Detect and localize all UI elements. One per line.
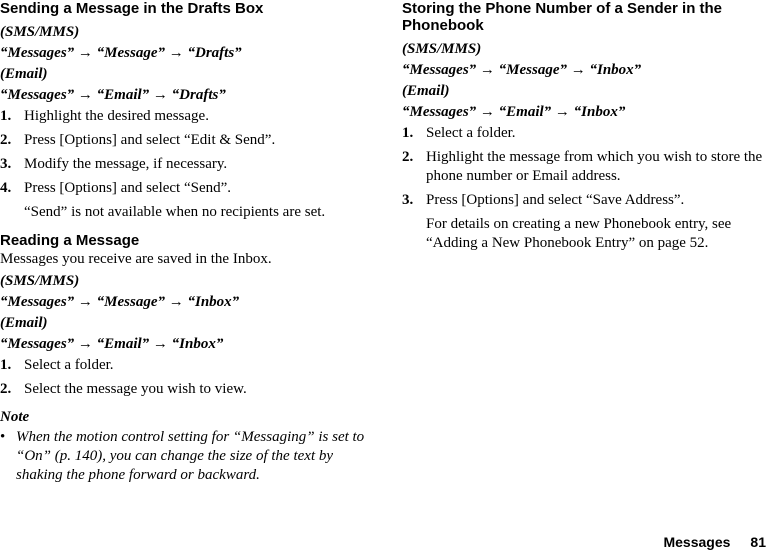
step: 3. Modify the message, if necessary. <box>0 155 368 174</box>
step: 4. Press [Options] and select “Send”. <box>0 179 368 198</box>
step: 2. Select the message you wish to view. <box>0 380 368 399</box>
bullet-icon: • <box>0 429 6 445</box>
email-menu-path: “Messages” → “Email” → “Inbox” <box>402 104 626 120</box>
section-heading-drafts: Sending a Message in the Drafts Box <box>0 0 264 17</box>
sms-menu-path: “Messages” → “Message” → “Inbox” <box>402 62 642 78</box>
email-label: (Email) <box>402 83 450 99</box>
note-item: • When the motion control setting for “M… <box>0 428 368 485</box>
email-label: (Email) <box>0 66 48 82</box>
step-number: 1. <box>0 357 12 373</box>
page-number: 81 <box>750 534 766 550</box>
step-number: 1. <box>402 125 414 141</box>
sms-menu-path: “Messages” → “Message” → “Inbox” <box>0 294 240 310</box>
step-number: 2. <box>0 132 12 148</box>
step-text: Press [Options] and select “Save Address… <box>426 192 685 208</box>
step-number: 4. <box>0 180 12 196</box>
email-label: (Email) <box>0 315 48 331</box>
section-intro: Messages you receive are saved in the In… <box>0 251 272 267</box>
sms-label: (SMS/MMS) <box>402 41 482 57</box>
step-note: “Send” is not available when no recipien… <box>24 204 326 220</box>
note-title: Note <box>0 409 30 425</box>
step: 1. Select a folder. <box>0 356 368 375</box>
note-text: When the motion control setting for “Mes… <box>16 429 365 483</box>
step-number: 2. <box>0 381 12 397</box>
step: 3. Press [Options] and select “Save Addr… <box>402 191 766 210</box>
email-menu-path: “Messages” → “Email” → “Inbox” <box>0 336 224 352</box>
step: 2. Highlight the message from which you … <box>402 148 766 186</box>
step: 2. Press [Options] and select “Edit & Se… <box>0 131 368 150</box>
step-text: Modify the message, if necessary. <box>24 156 228 172</box>
step-number: 3. <box>0 156 12 172</box>
step-text: Press [Options] and select “Edit & Send”… <box>24 132 276 148</box>
step-note: For details on creating a new Phonebook … <box>426 216 732 251</box>
sms-label: (SMS/MMS) <box>0 273 80 289</box>
step-number: 3. <box>402 192 414 208</box>
right-column: Storing the Phone Number of a Sender in … <box>402 0 766 253</box>
sms-label: (SMS/MMS) <box>0 24 80 40</box>
step-text: Highlight the message from which you wis… <box>426 149 763 184</box>
left-column: Sending a Message in the Drafts Box (SMS… <box>0 0 368 485</box>
section-heading-reading: Reading a Message <box>0 232 140 249</box>
step-text: Select a folder. <box>24 357 114 373</box>
section-heading-storing: Storing the Phone Number of a Sender in … <box>402 0 723 34</box>
step-text: Select the message you wish to view. <box>24 381 247 397</box>
step: 1. Highlight the desired message. <box>0 107 368 126</box>
email-menu-path: “Messages” → “Email” → “Drafts” <box>0 87 226 103</box>
footer-section-name: Messages <box>663 534 731 550</box>
step-text: Highlight the desired message. <box>24 108 209 124</box>
sms-menu-path: “Messages” → “Message” → “Drafts” <box>0 45 242 61</box>
step-text: Press [Options] and select “Send”. <box>24 180 232 196</box>
page-footer: Messages 81 <box>663 534 766 550</box>
step: 1. Select a folder. <box>402 124 766 143</box>
step-number: 2. <box>402 149 414 165</box>
step-text: Select a folder. <box>426 125 516 141</box>
step-number: 1. <box>0 108 12 124</box>
